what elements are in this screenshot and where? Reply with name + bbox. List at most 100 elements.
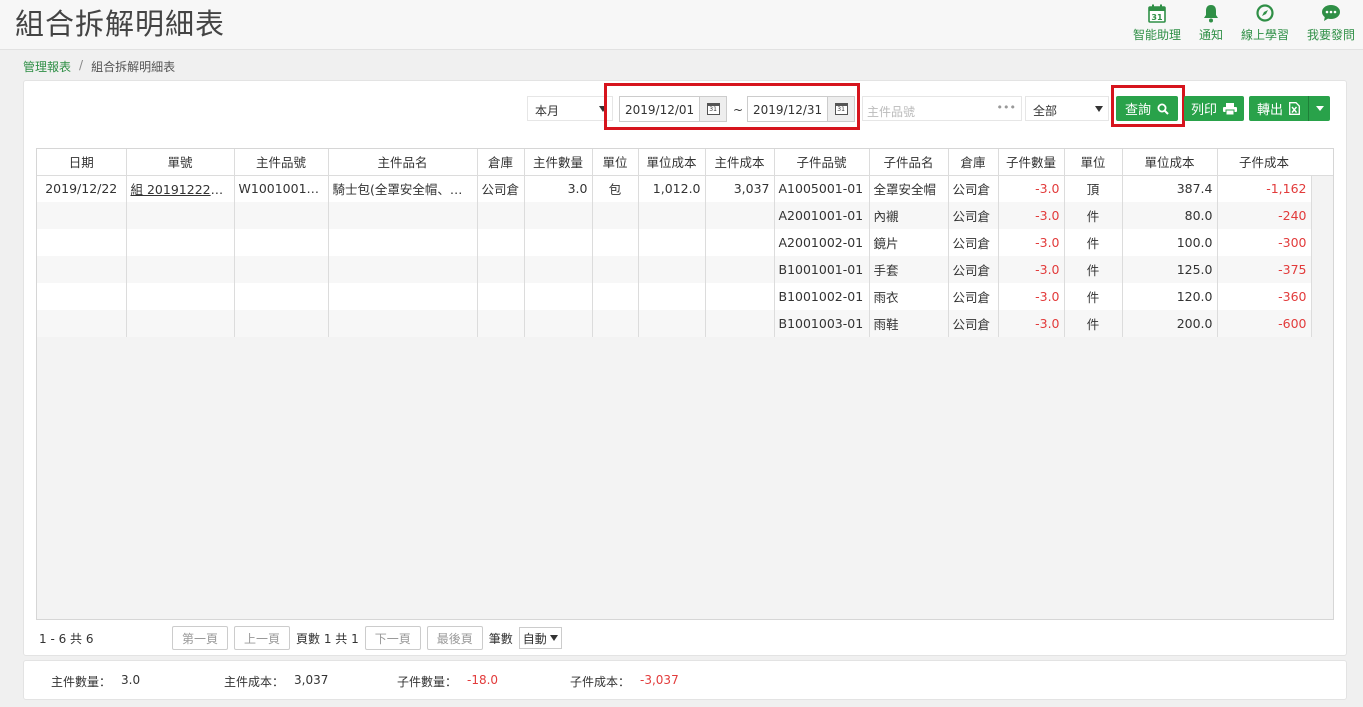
period-select-value: 本月 — [535, 104, 560, 118]
cell-main-cost — [705, 202, 775, 229]
col-header-main-warehouse[interactable]: 倉庫 — [477, 149, 525, 176]
cell-main-warehouse: 公司倉 — [477, 175, 525, 202]
cell-main-item-name: 騎士包(全罩安全帽、內襯、鏡片、手套、雨衣、雨鞋) — [328, 175, 478, 202]
cell-sub-unit-cost: 100.0 — [1122, 229, 1218, 256]
total-main-cost-label: 主件成本： — [224, 675, 285, 689]
cell-main-qty — [524, 202, 593, 229]
top-actions: 31 智能助理 通知 線上學習 我要發問 — [1115, 2, 1355, 43]
cell-main-cost — [705, 229, 775, 256]
cell-doc-no — [126, 229, 235, 256]
cell-main-unit — [592, 202, 639, 229]
cell-date — [37, 310, 127, 337]
col-header-sub-warehouse[interactable]: 倉庫 — [948, 149, 999, 176]
col-header-sub-item-name[interactable]: 子件品名 — [869, 149, 949, 176]
cell-sub-qty: -3.0 — [998, 202, 1065, 229]
table-row[interactable]: A2001002-01 鏡片 公司倉 -3.0 件 100.0 -300 — [37, 229, 1312, 256]
cell-main-unit — [592, 256, 639, 283]
cell-sub-unit: 件 — [1064, 202, 1123, 229]
cell-sub-item-name: 雨衣 — [869, 283, 949, 310]
print-button-label: 列印 — [1190, 103, 1217, 118]
cell-main-cost: 3,037 — [705, 175, 775, 202]
col-header-sub-cost[interactable]: 子件成本 — [1217, 149, 1312, 176]
cell-sub-item-name: 鏡片 — [869, 229, 949, 256]
total-sub-cost-value: -3,037 — [640, 673, 679, 687]
smart-assistant-button[interactable]: 31 智能助理 — [1133, 2, 1181, 43]
col-header-sub-qty[interactable]: 子件數量 — [998, 149, 1065, 176]
col-header-main-item-name[interactable]: 主件品名 — [328, 149, 478, 176]
cell-sub-item-no: A2001002-01 — [774, 229, 870, 256]
table-row[interactable]: A2001001-01 內襯 公司倉 -3.0 件 80.0 -240 — [37, 202, 1312, 229]
table-row[interactable]: 2019/12/22 組 20191222001 W1001001-01 騎士包… — [37, 175, 1312, 202]
export-button-label: 轉出 — [1256, 103, 1283, 118]
cell-sub-item-name: 全罩安全帽 — [869, 175, 949, 202]
cell-sub-unit: 件 — [1064, 283, 1123, 310]
table-row[interactable]: B1001003-01 雨鞋 公司倉 -3.0 件 200.0 -600 — [37, 310, 1312, 337]
calendar-31-icon: 31 — [1148, 2, 1166, 24]
export-button[interactable]: 轉出 — [1249, 96, 1308, 121]
col-header-sub-unit[interactable]: 單位 — [1064, 149, 1123, 176]
cell-sub-item-no: B1001001-01 — [774, 256, 870, 283]
cell-sub-qty: -3.0 — [998, 229, 1065, 256]
cell-main-item-no — [234, 256, 329, 283]
col-header-sub-item-no[interactable]: 子件品號 — [774, 149, 870, 176]
table-row[interactable]: B1001002-01 雨衣 公司倉 -3.0 件 120.0 -360 — [37, 283, 1312, 310]
top-bar: 組合拆解明細表 31 智能助理 通知 線上學習 我要發問 — [0, 0, 1363, 50]
cell-date — [37, 256, 127, 283]
breadcrumb-parent-link[interactable]: 管理報表 — [23, 58, 71, 75]
bell-icon — [1202, 2, 1220, 24]
col-header-main-qty[interactable]: 主件數量 — [524, 149, 593, 176]
cell-main-item-no — [234, 283, 329, 310]
total-main-qty: 主件數量： 3.0 — [51, 673, 140, 690]
warehouse-select[interactable]: 全部 — [1025, 96, 1109, 121]
col-header-date[interactable]: 日期 — [37, 149, 127, 176]
item-number-input[interactable]: 主件品號 ••• — [862, 96, 1022, 121]
cell-main-warehouse — [477, 202, 525, 229]
cell-main-warehouse — [477, 283, 525, 310]
col-header-main-cost[interactable]: 主件成本 — [705, 149, 775, 176]
col-header-sub-unit-cost[interactable]: 單位成本 — [1122, 149, 1218, 176]
col-header-doc-no[interactable]: 單號 — [126, 149, 235, 176]
breadcrumb: 管理報表 / 組合拆解明細表 — [23, 58, 175, 75]
cell-main-unit-cost: 1,012.0 — [638, 175, 706, 202]
export-dropdown-toggle[interactable] — [1308, 96, 1330, 121]
page-size-select[interactable]: 自動 — [518, 627, 562, 649]
cell-doc-no — [126, 310, 235, 337]
next-page-button[interactable]: 下一頁 — [364, 626, 421, 650]
cell-sub-unit-cost: 200.0 — [1122, 310, 1218, 337]
cell-main-item-no: W1001001-01 — [234, 175, 329, 202]
total-main-qty-value: 3.0 — [121, 673, 141, 687]
notification-button[interactable]: 通知 — [1199, 2, 1223, 43]
col-header-main-item-no[interactable]: 主件品號 — [234, 149, 329, 176]
cell-main-item-name — [328, 256, 478, 283]
ask-question-button[interactable]: 我要發問 — [1307, 2, 1355, 43]
last-page-button[interactable]: 最後頁 — [426, 626, 483, 650]
page-info: 頁數 1 共 1 — [296, 631, 359, 646]
cell-date — [37, 229, 127, 256]
cell-sub-unit-cost: 120.0 — [1122, 283, 1218, 310]
cell-sub-warehouse: 公司倉 — [948, 175, 999, 202]
total-main-qty-label: 主件數量： — [51, 675, 112, 689]
table-row[interactable]: B1001001-01 手套 公司倉 -3.0 件 125.0 -375 — [37, 256, 1312, 283]
print-button[interactable]: 列印 — [1184, 96, 1244, 121]
cell-date — [37, 202, 127, 229]
online-learning-button[interactable]: 線上學習 — [1241, 2, 1289, 43]
totals-footer: 主件數量： 3.0 主件成本： 3,037 子件數量： -18.0 子件成本： … — [23, 660, 1347, 700]
cell-sub-warehouse: 公司倉 — [948, 310, 999, 337]
cell-main-unit — [592, 310, 639, 337]
cell-main-unit-cost — [638, 283, 706, 310]
cell-main-qty: 3.0 — [524, 175, 593, 202]
cell-sub-item-no: A2001001-01 — [774, 202, 870, 229]
cell-sub-unit: 件 — [1064, 256, 1123, 283]
col-header-main-unit[interactable]: 單位 — [592, 149, 639, 176]
col-header-main-unit-cost[interactable]: 單位成本 — [638, 149, 706, 176]
doc-number-link[interactable]: 組 20191222001 — [131, 182, 234, 197]
prev-page-button[interactable]: 上一頁 — [234, 626, 291, 650]
period-select[interactable]: 本月 — [527, 96, 613, 121]
first-page-button[interactable]: 第一頁 — [172, 626, 229, 650]
more-dots-icon[interactable]: ••• — [997, 101, 1016, 114]
chat-bubble-icon — [1321, 2, 1341, 24]
cell-main-unit: 包 — [592, 175, 639, 202]
notification-label: 通知 — [1198, 28, 1223, 42]
pager: 1 - 6 共 6 第一頁 上一頁 頁數 1 共 1 下一頁 最後頁 筆數 自動 — [39, 625, 1329, 651]
cell-main-unit-cost — [638, 256, 706, 283]
